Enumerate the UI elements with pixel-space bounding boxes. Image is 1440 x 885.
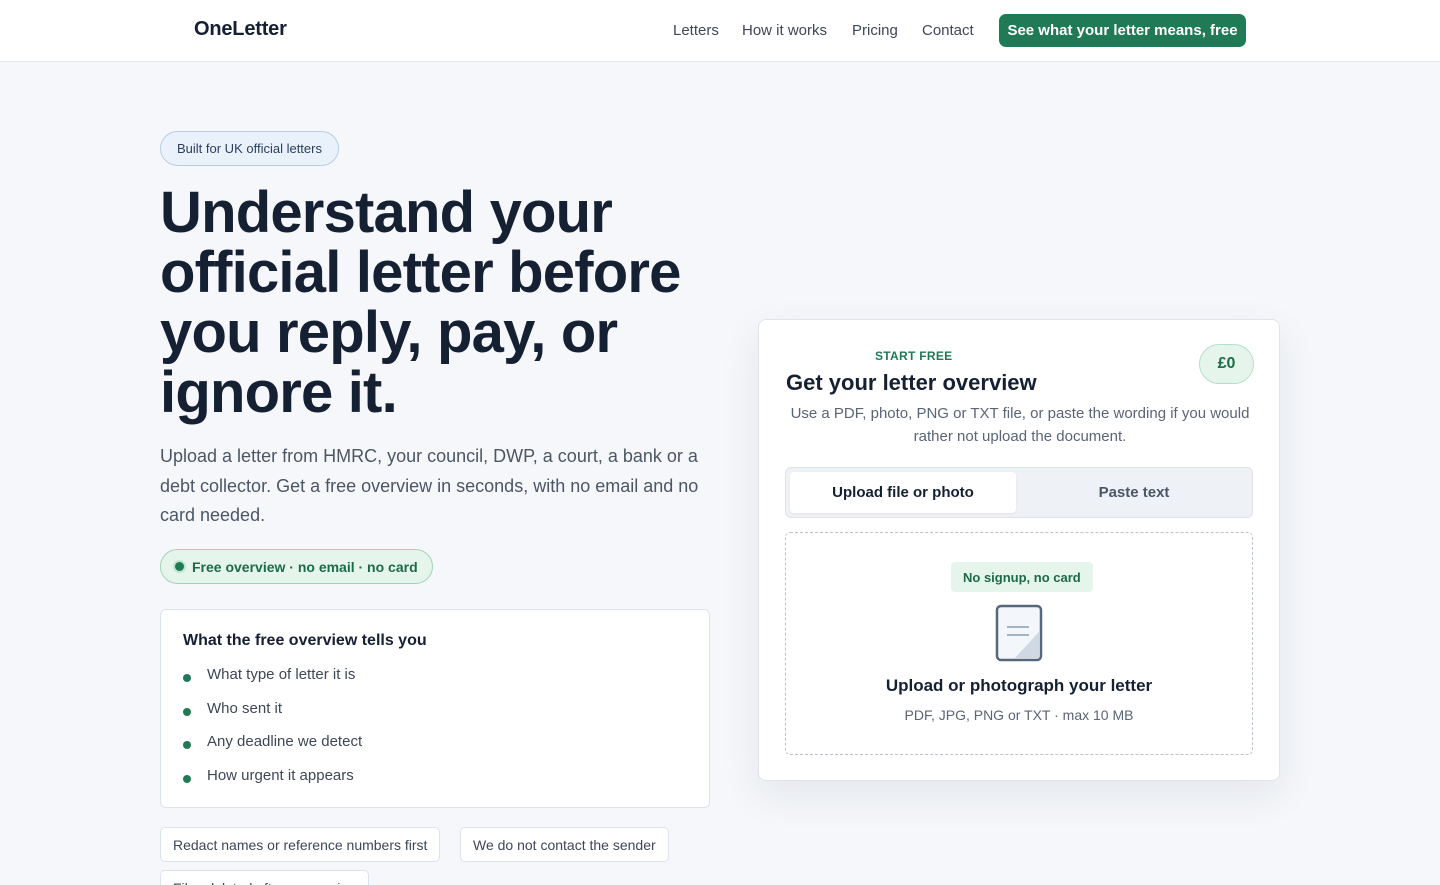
privacy-chip-redact: Redact names or reference numbers first — [160, 827, 441, 862]
list-item-label: Any deadline we detect — [207, 733, 363, 750]
free-overview-pill: Free overview · no email · no card — [160, 549, 433, 584]
panel-eyebrow: START FREE — [875, 349, 953, 363]
audience-badge: Built for UK official letters — [160, 131, 339, 166]
top-navigation-bar: OneLetter Letters How it works Pricing C… — [0, 0, 1440, 62]
brand-logo[interactable]: OneLetter — [194, 18, 287, 41]
input-mode-tabs: Upload file or photo Paste text — [785, 467, 1253, 518]
bullet-icon — [183, 707, 191, 716]
nav-link-letters[interactable]: Letters — [673, 22, 719, 39]
status-dot-icon — [175, 562, 184, 571]
hero-headline: Understand your official letter before y… — [160, 180, 681, 425]
privacy-chip-no-contact: We do not contact the sender — [460, 827, 669, 862]
no-signup-badge: No signup, no card — [951, 562, 1093, 592]
free-overview-pill-label: Free overview · no email · no card — [192, 558, 418, 575]
list-item-label: Who sent it — [207, 699, 283, 717]
list-item: What type of letter it is — [183, 664, 362, 698]
nav-link-pricing[interactable]: Pricing — [852, 22, 898, 39]
dropzone-file-types: PDF, JPG, PNG or TXT · max 10 MB — [904, 707, 1134, 723]
hero-description: Upload a letter from HMRC, your council,… — [160, 446, 699, 525]
bullet-icon — [183, 674, 191, 682]
file-dropzone[interactable]: No signup, no card Upload or photograph … — [785, 532, 1253, 755]
dropzone-title: Upload or photograph your letter — [885, 676, 1153, 695]
price-badge: £0 — [1199, 344, 1254, 384]
list-item: Any deadline we detect — [183, 731, 362, 765]
list-item-label: What type of letter it is — [207, 666, 356, 683]
overview-features-title: What the free overview tells you — [183, 632, 427, 649]
document-icon — [995, 604, 1043, 662]
overview-features-list: What type of letter it is Who sent it An… — [183, 664, 362, 798]
list-item: Who sent it — [183, 698, 362, 732]
privacy-chip-deleted: Files deleted after processing — [160, 870, 369, 885]
tab-upload-file[interactable]: Upload file or photo — [790, 472, 1016, 513]
header-cta-button[interactable]: See what your letter means, free — [999, 14, 1246, 47]
upload-panel: START FREE Get your letter overview £0 U… — [758, 319, 1280, 781]
panel-title: Get your letter overview — [786, 370, 1037, 395]
overview-features-card: What the free overview tells you What ty… — [160, 609, 710, 808]
tab-paste-text[interactable]: Paste text — [1020, 472, 1248, 513]
bullet-icon — [183, 774, 191, 783]
nav-link-how-it-works[interactable]: How it works — [742, 22, 827, 39]
list-item-label: How urgent it appears — [207, 766, 354, 784]
nav-link-contact[interactable]: Contact — [922, 22, 974, 39]
bullet-icon — [183, 741, 191, 749]
panel-description: Use a PDF, photo, PNG or TXT file, or pa… — [790, 405, 1250, 445]
list-item: How urgent it appears — [183, 765, 362, 799]
